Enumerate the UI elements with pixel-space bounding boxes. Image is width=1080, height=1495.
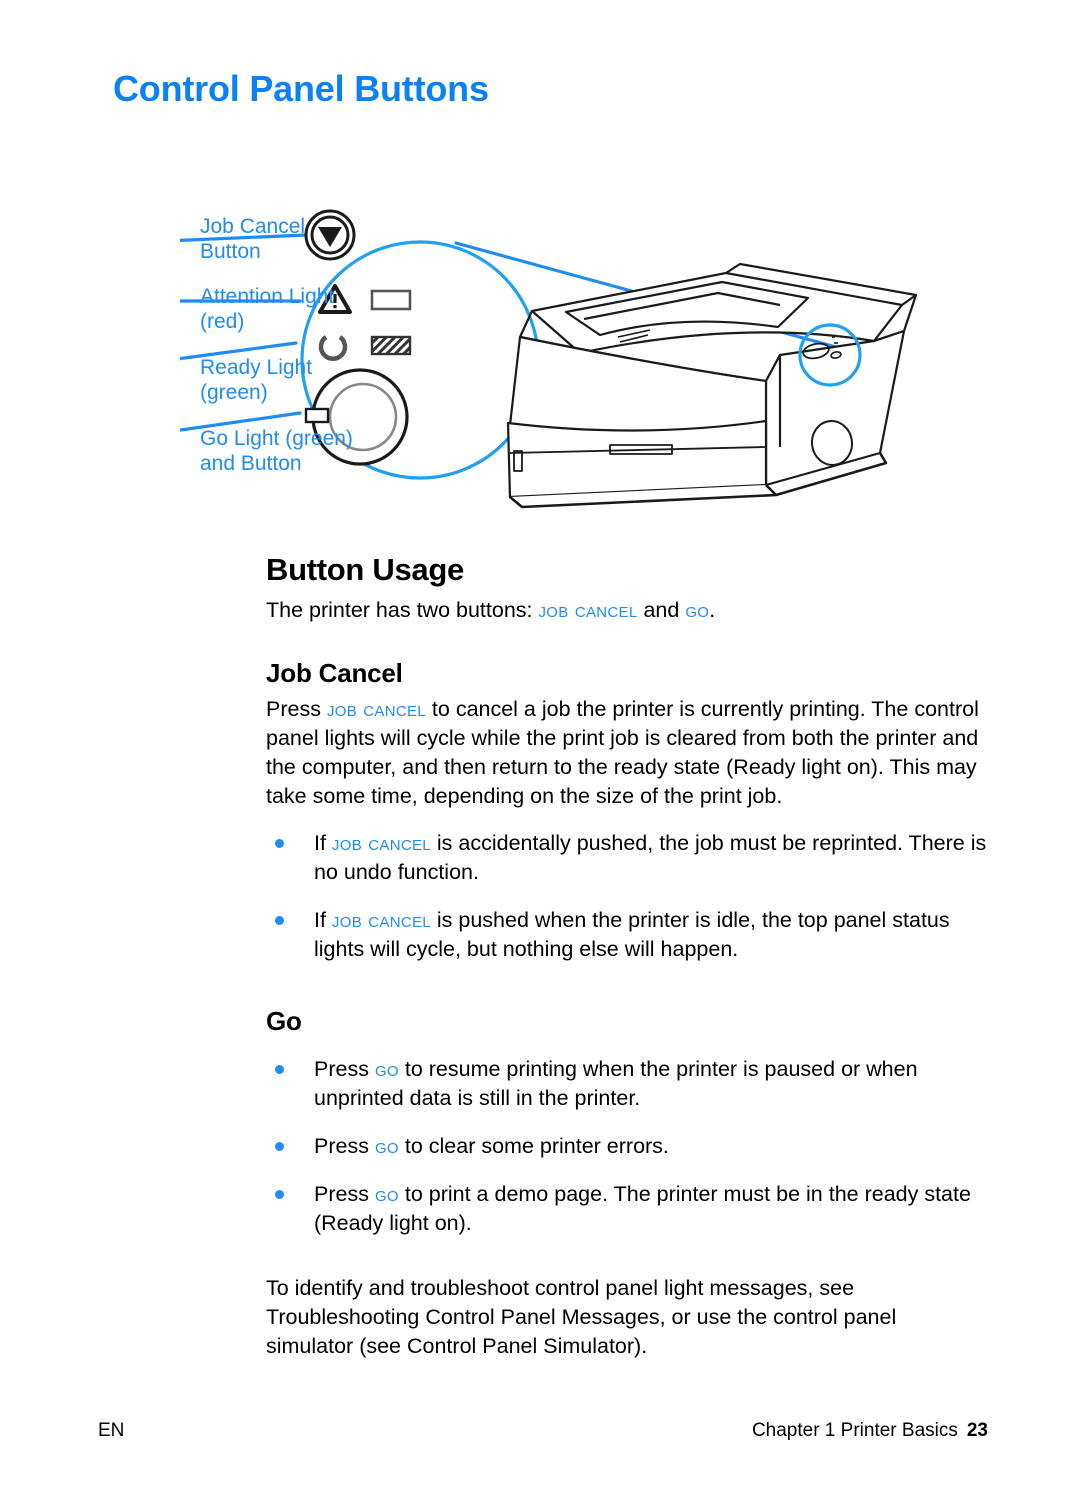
intro-suffix: . [709,598,716,622]
bullet-suffix: to resume printing when the printer is p… [314,1057,918,1110]
page-title: Control Panel Buttons [113,68,489,109]
bullet-prefix: Press [314,1134,375,1158]
job-cancel-bullet-list: If Job Cancel is accidentally pushed, th… [266,829,988,964]
callout-line-1: Go Light (green) [200,427,353,450]
ready-led-hatched-rectangle-icon [370,335,412,356]
callout-leader-lines [180,233,308,432]
callout-label-go-light: Go Light (green) and Button [200,426,353,476]
job-cancel-button-icon [304,209,356,261]
callout-line-1: Job Cancel [200,215,306,238]
list-item: If Job Cancel is pushed when the printer… [266,906,988,964]
bullet-dot-icon [275,1190,284,1199]
bullet-prefix: Press [314,1182,375,1206]
page-footer: EN Chapter 1 Printer Basics 23 [98,1420,988,1446]
go-button-ref: Go [374,1182,399,1206]
para-prefix: Press [266,697,327,721]
button-usage-intro: The printer has two buttons: Job Cancel … [266,596,988,625]
bullet-suffix: to clear some printer errors. [398,1134,669,1158]
job-cancel-heading: Job Cancel [266,658,403,688]
control-panel-figure: Job Cancel Button Attention Light (red) … [180,185,960,515]
footer-chapter-title: Chapter 1 Printer Basics [751,1420,958,1441]
callout-line-2: and Button [200,452,302,475]
attention-led-rectangle-icon [370,289,412,311]
bullet-dot-icon [275,1065,284,1074]
callout-label-job-cancel-button: Job Cancel Button [200,214,305,264]
list-item: Press Go to clear some printer errors. [266,1132,988,1161]
footer-page-number: 23 [966,1420,988,1441]
list-item: Press Go to resume printing when the pri… [266,1055,988,1113]
callout-label-attention-light: Attention Light (red) [200,284,334,334]
callout-label-ready-light: Ready Light (green) [200,355,312,405]
closing-paragraph: To identify and troubleshoot control pan… [266,1276,897,1358]
go-button-ref: Go [685,598,710,622]
callout-line-1: Attention Light [200,285,335,308]
list-item: Press Go to print a demo page. The print… [266,1180,988,1238]
go-button-ref: Go [374,1057,399,1081]
job-cancel-button-ref: Job Cancel [331,908,431,932]
bullet-dot-icon [275,916,284,925]
go-button-ref: Go [374,1134,399,1158]
intro-mid: and [637,598,686,622]
job-cancel-button-ref: Job Cancel [538,598,638,622]
callout-line-2: Button [200,240,261,263]
bullet-dot-icon [275,839,284,848]
bullet-dot-icon [275,1142,284,1151]
job-cancel-button-ref: Job Cancel [331,831,431,855]
bullet-suffix: to print a demo page. The printer must b… [314,1182,971,1235]
bullet-prefix: Press [314,1057,375,1081]
job-cancel-paragraph: Press Job Cancel to cancel a job the pri… [266,695,988,811]
callout-line-1: Ready Light [200,356,313,379]
printer-illustration [506,262,918,509]
footer-chapter-info: Chapter 1 Printer Basics 23 [752,1420,988,1442]
main-content: Button Usage The printer has two buttons… [266,552,988,1361]
bullet-prefix: If [314,908,332,932]
callout-line-2: (green) [200,381,268,404]
intro-prefix: The printer has two buttons: [266,598,539,622]
job-cancel-button-ref: Job Cancel [326,697,426,721]
footer-language-code: EN [98,1420,125,1441]
bullet-prefix: If [314,831,332,855]
callout-line-2: (red) [200,310,245,333]
ready-c-ring-icon [318,335,348,361]
go-heading: Go [266,1006,302,1036]
go-bullet-list: Press Go to resume printing when the pri… [266,1055,988,1238]
button-usage-heading: Button Usage [266,552,464,587]
list-item: If Job Cancel is accidentally pushed, th… [266,829,988,887]
